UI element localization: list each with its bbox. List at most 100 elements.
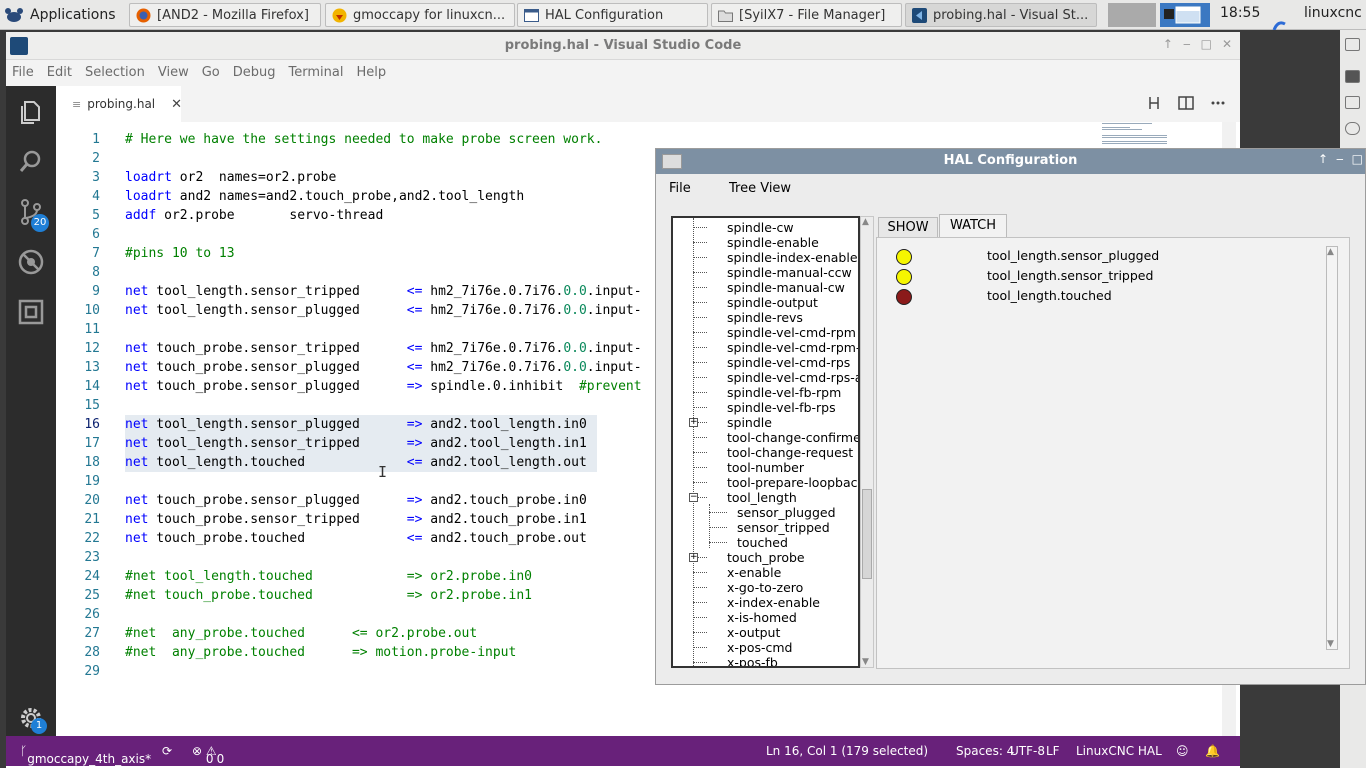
task-gmoccapy[interactable]: gmoccapy for linuxcn... [325, 3, 515, 27]
eol-status[interactable]: LF [1046, 744, 1060, 758]
watch-row[interactable]: tool_length.sensor_plugged [877, 246, 1317, 266]
tree-item[interactable]: spindle-manual-cw [727, 280, 845, 295]
source-control-icon[interactable]: 20 [17, 198, 49, 232]
tree-item[interactable]: tool-change-request [727, 445, 853, 460]
open-changes-icon[interactable] [1146, 95, 1162, 115]
tree-item[interactable]: tool-prepare-loopback [727, 475, 858, 490]
tree-item[interactable]: spindle [727, 415, 772, 430]
tree-item[interactable]: x-go-to-zero [727, 580, 803, 595]
search-icon[interactable] [17, 148, 45, 176]
feedback-smiley-icon[interactable]: ☺ [1176, 744, 1189, 758]
hal-menu-file[interactable]: File [669, 181, 691, 196]
user-menu[interactable]: linuxcnc [1304, 5, 1362, 21]
workspace-2-button[interactable] [1160, 3, 1210, 27]
maximize-icon[interactable]: □ [1352, 152, 1363, 166]
task-hal-configuration[interactable]: HAL Configuration [517, 3, 708, 27]
tree-item[interactable]: x-is-homed [727, 610, 797, 625]
tree-item[interactable]: spindle-revs [727, 310, 803, 325]
task-vscode[interactable]: probing.hal - Visual St... [905, 3, 1097, 27]
clock-app-icon[interactable] [1345, 122, 1360, 135]
debug-icon[interactable] [17, 248, 45, 276]
menu-terminal[interactable]: Terminal [283, 60, 351, 80]
tree-item[interactable]: touch_probe [727, 550, 805, 565]
scroll-up-arrow-icon[interactable]: ▲ [862, 217, 869, 227]
tree-item[interactable]: spindle-vel-cmd-rps-al [727, 370, 858, 385]
clipboard-icon[interactable] [1345, 38, 1360, 51]
close-icon[interactable]: ✕ [1222, 37, 1232, 51]
menu-edit[interactable]: Edit [41, 60, 79, 80]
tree-item[interactable]: touched [737, 535, 788, 550]
tree-scrollbar[interactable]: ▲ ▼ [860, 216, 874, 668]
tree-item[interactable]: x-enable [727, 565, 781, 580]
scroll-up-arrow-icon[interactable]: ▲ [1327, 247, 1334, 257]
workspace-1-button[interactable] [1108, 3, 1156, 27]
scroll-down-arrow-icon[interactable]: ▼ [1327, 639, 1334, 649]
tree-item[interactable]: spindle-output [727, 295, 818, 310]
split-editor-icon[interactable] [1178, 95, 1194, 115]
tab-watch[interactable]: WATCH [939, 214, 1007, 239]
task-file-manager[interactable]: [SyilX7 - File Manager] [711, 3, 902, 27]
watch-row[interactable]: tool_length.touched [877, 286, 1317, 306]
more-actions-icon[interactable] [1210, 95, 1226, 115]
extensions-icon[interactable] [17, 298, 45, 326]
keep-above-icon[interactable]: ↑ [1318, 152, 1328, 166]
branch-status[interactable]: ᚴ gmoccapy_4th_axis* [20, 744, 151, 766]
tree-item[interactable]: tool_length [727, 490, 797, 505]
tree-item[interactable]: spindle-vel-cmd-rps [727, 355, 850, 370]
tab-show[interactable]: SHOW [878, 217, 938, 238]
tree-item[interactable]: spindle-vel-cmd-rpm [727, 325, 856, 340]
tree-item[interactable]: spindle-vel-fb-rps [727, 400, 836, 415]
network-icon[interactable] [1272, 10, 1286, 31]
tree-item[interactable]: spindle-enable [727, 235, 819, 250]
tree-item[interactable]: spindle-manual-ccw [727, 265, 852, 280]
scroll-down-arrow-icon[interactable]: ▼ [862, 657, 869, 667]
tree-item[interactable]: sensor_tripped [737, 520, 830, 535]
tree-item[interactable]: spindle-index-enable [727, 250, 858, 265]
tree-item[interactable]: tool-change-confirmed [727, 430, 858, 445]
expand-icon[interactable]: + [689, 418, 698, 427]
tree-scroll-thumb[interactable] [862, 489, 872, 579]
applications-menu-button[interactable]: Applications [4, 3, 116, 27]
code-line[interactable]: 1 # Here we have the settings needed to m… [56, 130, 1096, 149]
terminal-icon[interactable] [1345, 70, 1360, 83]
minimize-icon[interactable]: ‒ [1183, 37, 1191, 51]
collapse-icon[interactable]: − [689, 493, 698, 502]
menu-go[interactable]: Go [196, 60, 227, 80]
task-firefox[interactable]: [AND2 - Mozilla Firefox] [129, 3, 321, 27]
keep-above-icon[interactable]: ↑ [1163, 37, 1173, 51]
watch-row[interactable]: tool_length.sensor_tripped [877, 266, 1317, 286]
drive-icon[interactable] [1345, 96, 1360, 109]
tree-item[interactable]: tool-number [727, 460, 804, 475]
menu-view[interactable]: View [152, 60, 196, 80]
tree-item[interactable]: x-pos-fb [727, 655, 778, 666]
watch-scrollbar[interactable]: ▲ ▼ [1326, 246, 1338, 650]
minimize-icon[interactable]: ‒ [1336, 152, 1344, 166]
notifications-bell-icon[interactable]: 🔔 [1205, 744, 1220, 758]
tab-probing-hal[interactable]: ≡ probing.hal ✕ [56, 86, 182, 122]
sync-icon[interactable]: ⟳ [162, 744, 172, 758]
cursor-position[interactable]: Ln 16, Col 1 (179 selected) [766, 744, 928, 758]
tree-item[interactable]: spindle-cw [727, 220, 794, 235]
tree-item[interactable]: spindle-vel-fb-rpm [727, 385, 841, 400]
menu-help[interactable]: Help [350, 60, 393, 80]
tree-item[interactable]: x-output [727, 625, 780, 640]
hal-tree-view[interactable]: spindle-cw spindle-enable spindle-index-en… [671, 216, 860, 668]
maximize-icon[interactable]: □ [1201, 37, 1212, 51]
tab-close-icon[interactable]: ✕ [171, 97, 182, 112]
tree-item[interactable]: x-index-enable [727, 595, 820, 610]
clock[interactable]: 18:55 [1220, 5, 1260, 21]
tree-item[interactable]: sensor_plugged [737, 505, 836, 520]
encoding-status[interactable]: UTF-8 [1010, 744, 1045, 758]
indentation-status[interactable]: Spaces: 4 [956, 744, 1014, 758]
problems-status[interactable]: ⊗ 0 ⚠ 0 [192, 744, 224, 766]
menu-file[interactable]: File [6, 60, 41, 80]
language-mode[interactable]: LinuxCNC HAL [1076, 744, 1162, 758]
menu-debug[interactable]: Debug [227, 60, 283, 80]
expand-icon[interactable]: + [689, 553, 698, 562]
menu-selection[interactable]: Selection [79, 60, 152, 80]
tree-item[interactable]: x-pos-cmd [727, 640, 793, 655]
explorer-icon[interactable] [17, 98, 45, 126]
settings-gear-icon[interactable]: 1 [17, 704, 47, 734]
tree-item[interactable]: spindle-vel-cmd-rpm-a [727, 340, 858, 355]
hal-menu-tree-view[interactable]: Tree View [729, 181, 791, 196]
